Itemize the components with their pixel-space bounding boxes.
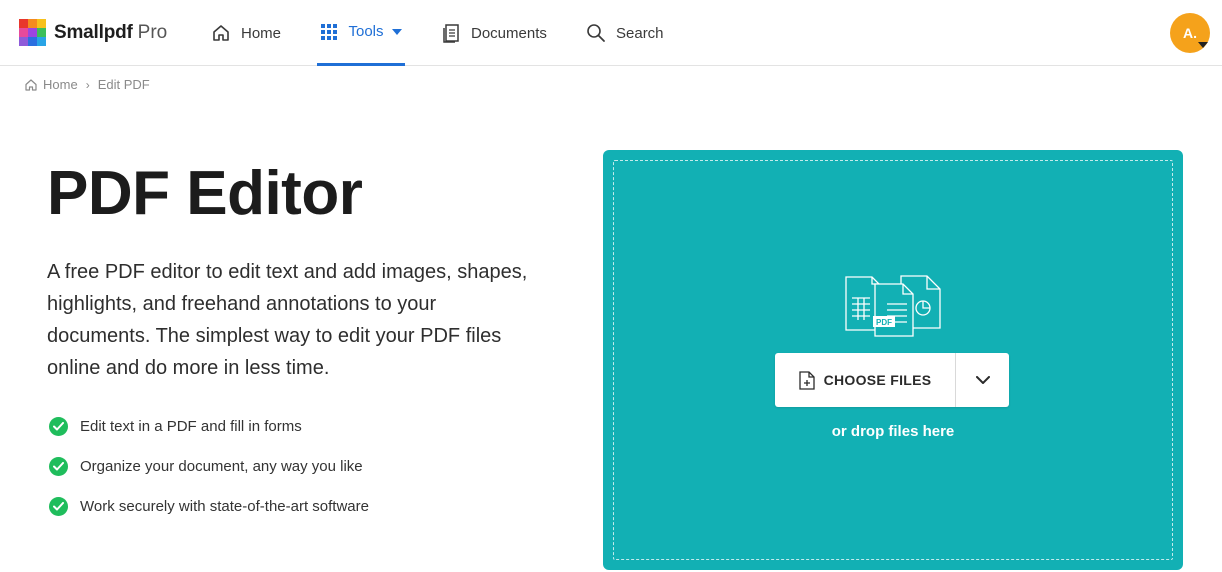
choose-files-dropdown[interactable] bbox=[956, 353, 1009, 407]
feature-item: Organize your document, any way you like bbox=[49, 446, 369, 486]
check-circle-icon bbox=[49, 496, 68, 516]
feature-text: Organize your document, any way you like bbox=[80, 457, 363, 475]
brand-name: Smallpdf bbox=[54, 21, 133, 43]
feature-text: Work securely with state-of-the-art soft… bbox=[80, 497, 369, 515]
caret-down-icon bbox=[391, 28, 402, 35]
nav-home[interactable]: Home bbox=[211, 0, 281, 66]
logo-mark-icon bbox=[19, 19, 46, 46]
nav-search-label: Search bbox=[616, 24, 664, 42]
choose-files-label: CHOOSE FILES bbox=[823, 372, 932, 388]
nav-documents-label: Documents bbox=[471, 24, 547, 42]
feature-text: Edit text in a PDF and fill in forms bbox=[80, 417, 302, 435]
files-illustration-icon: PDF bbox=[845, 275, 941, 337]
nav-tools-label: Tools bbox=[348, 23, 384, 40]
home-icon bbox=[25, 78, 37, 91]
chevron-down-icon bbox=[975, 375, 990, 384]
nav-search[interactable]: Search bbox=[586, 0, 664, 66]
home-icon bbox=[213, 25, 229, 41]
breadcrumb: Home › Edit PDF bbox=[24, 77, 150, 92]
nav-home-label: Home bbox=[241, 24, 282, 42]
check-circle-icon bbox=[49, 416, 68, 436]
file-dropzone[interactable]: PDF CHOOSE FILES or drop files here bbox=[603, 150, 1183, 570]
avatar-caret-icon[interactable] bbox=[1198, 42, 1208, 48]
drop-files-hint: or drop files here bbox=[831, 423, 955, 440]
avatar-initials: A. bbox=[1183, 25, 1197, 41]
breadcrumb-home[interactable]: Home bbox=[43, 77, 78, 92]
top-header: Smallpdf Pro Home Tools Documents Search… bbox=[0, 0, 1222, 66]
feature-list: Edit text in a PDF and fill in forms Org… bbox=[49, 406, 369, 526]
page-title: PDF Editor bbox=[47, 159, 363, 228]
brand-tier: Pro bbox=[137, 21, 168, 43]
search-icon bbox=[587, 24, 605, 42]
page-description: A free PDF editor to edit text and add i… bbox=[47, 261, 528, 379]
breadcrumb-current: Edit PDF bbox=[97, 77, 150, 92]
file-plus-icon bbox=[798, 370, 815, 390]
choose-files-group: CHOOSE FILES bbox=[775, 353, 1009, 407]
breadcrumb-separator: › bbox=[85, 77, 90, 92]
documents-icon bbox=[443, 24, 459, 43]
choose-files-button[interactable]: CHOOSE FILES bbox=[775, 353, 955, 407]
nav-documents[interactable]: Documents bbox=[441, 0, 547, 66]
feature-item: Work securely with state-of-the-art soft… bbox=[49, 486, 369, 526]
grid-icon bbox=[321, 23, 338, 40]
nav-tools[interactable]: Tools bbox=[317, 0, 405, 66]
pdf-label: PDF bbox=[876, 318, 892, 327]
feature-item: Edit text in a PDF and fill in forms bbox=[49, 406, 369, 446]
smallpdf-logo[interactable]: Smallpdf Pro bbox=[19, 19, 167, 46]
check-circle-icon bbox=[49, 456, 68, 476]
